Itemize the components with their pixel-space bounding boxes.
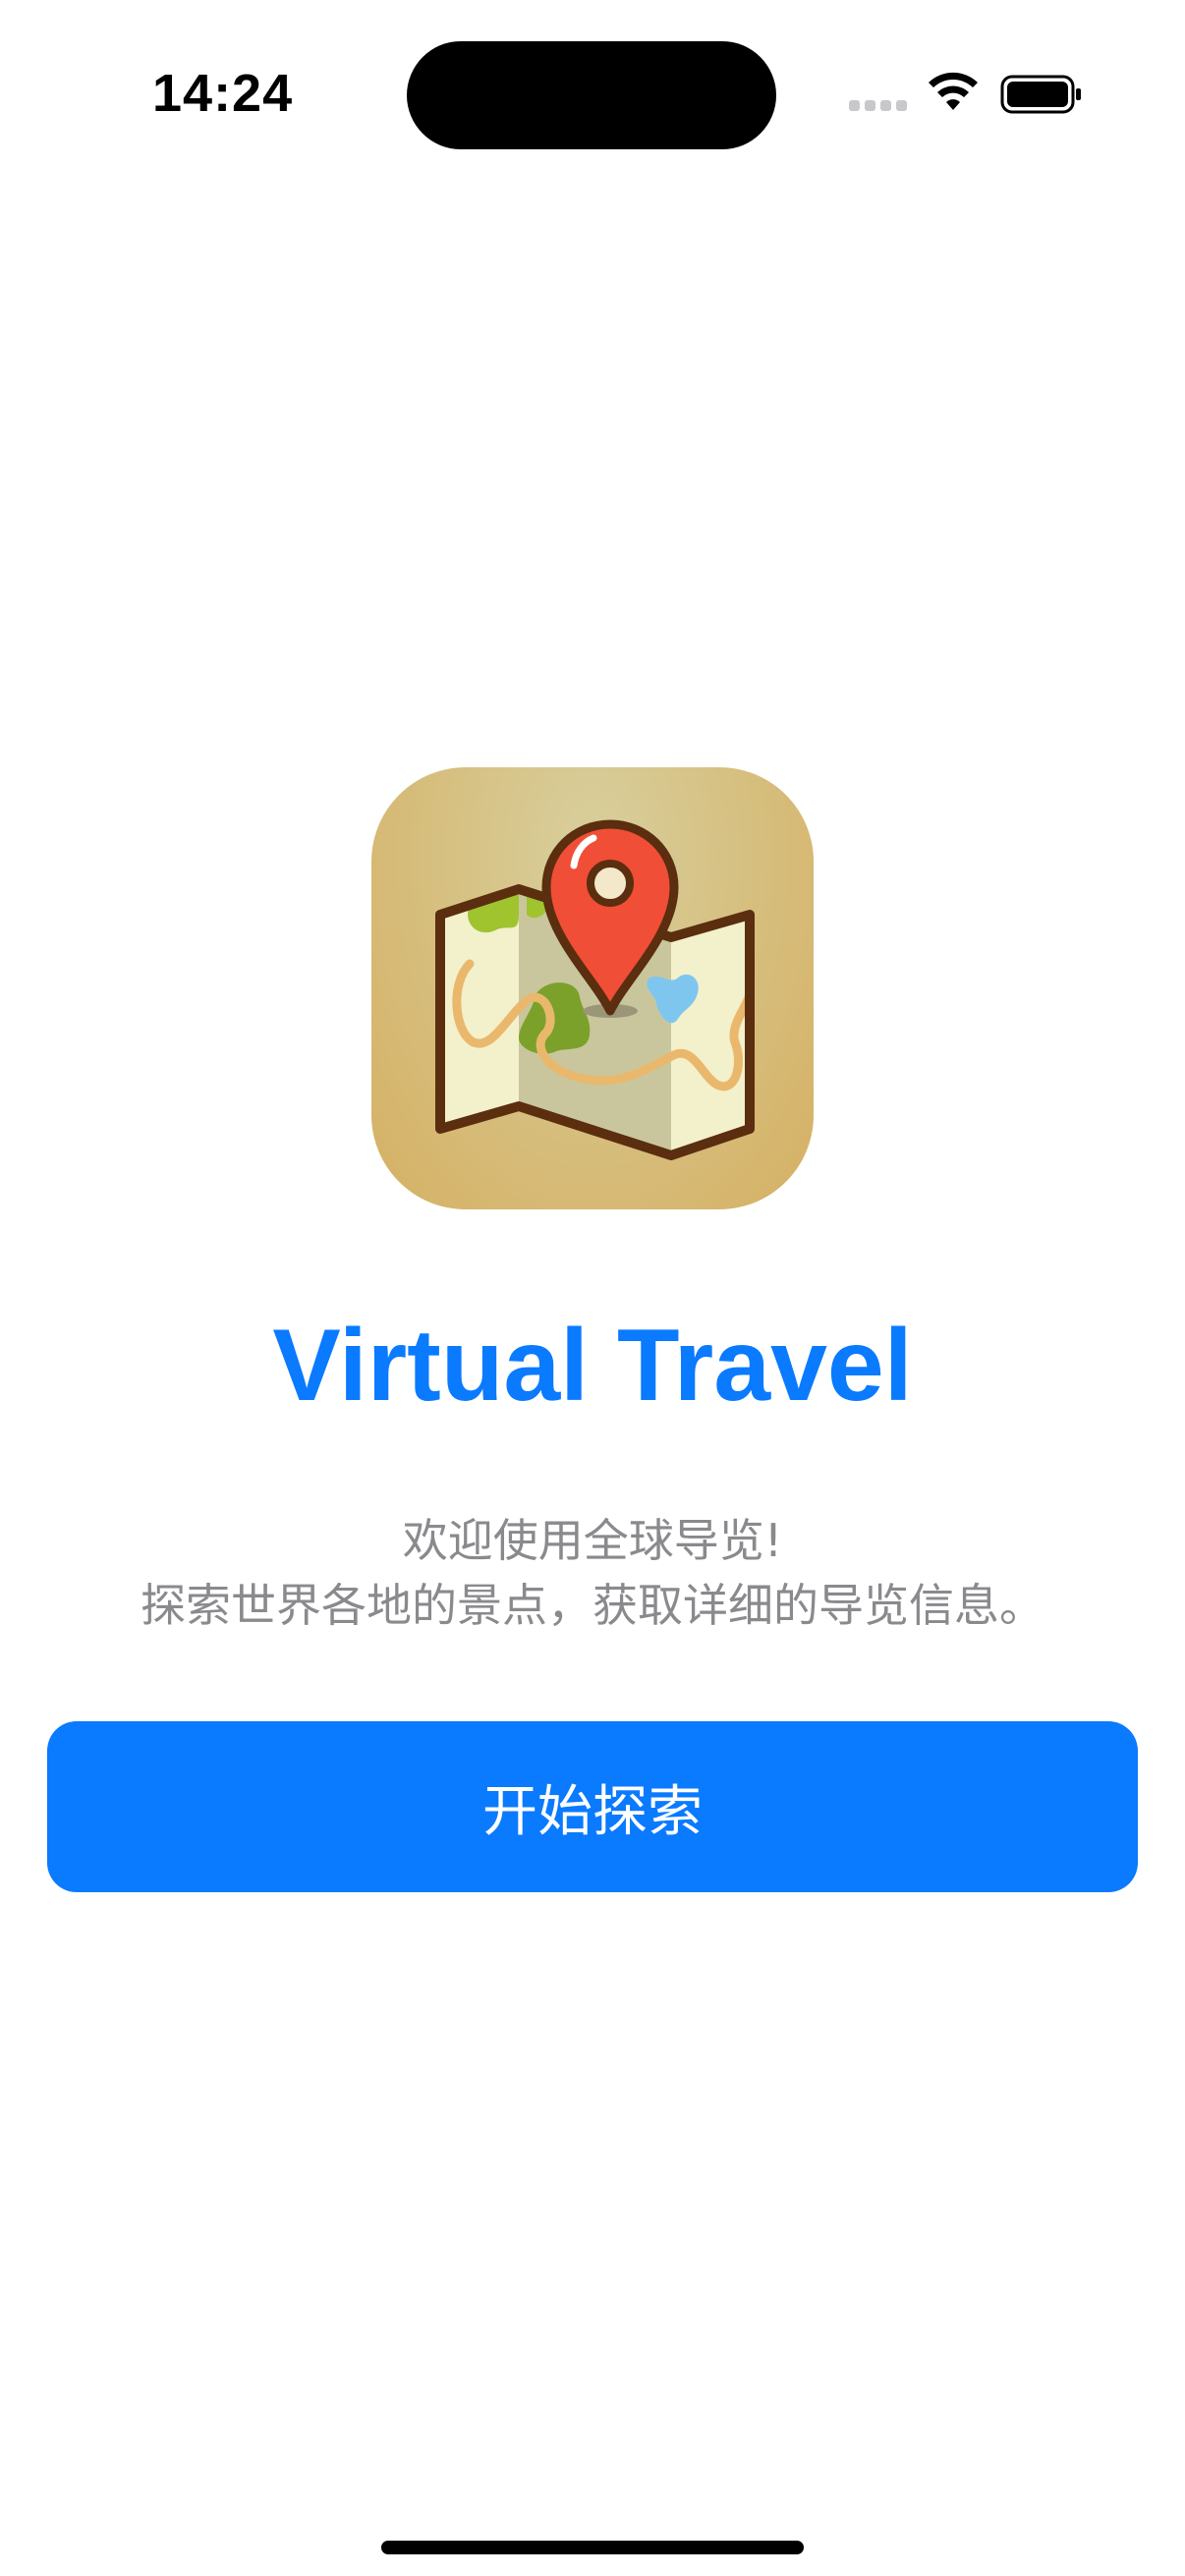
app-title: Virtual Travel (272, 1309, 913, 1423)
wifi-icon (929, 72, 978, 110)
folded-map-icon (435, 819, 755, 1160)
home-indicator[interactable] (381, 2541, 804, 2554)
start-explore-button[interactable]: 开始探索 (47, 1721, 1138, 1892)
dynamic-island (407, 41, 776, 149)
battery-icon (1000, 75, 1081, 114)
status-bar: 14:24 (0, 0, 1185, 187)
welcome-subtitle: 欢迎使用全球导览! 探索世界各地的景点，获取详细的导览信息。 (0, 1508, 1185, 1638)
status-time: 14:24 (152, 64, 294, 123)
subtitle-line-2: 探索世界各地的景点，获取详细的导览信息。 (141, 1579, 1044, 1632)
app-icon (371, 767, 814, 1209)
signal-dots-icon (849, 100, 907, 111)
subtitle-line-1: 欢迎使用全球导览! (402, 1514, 783, 1567)
